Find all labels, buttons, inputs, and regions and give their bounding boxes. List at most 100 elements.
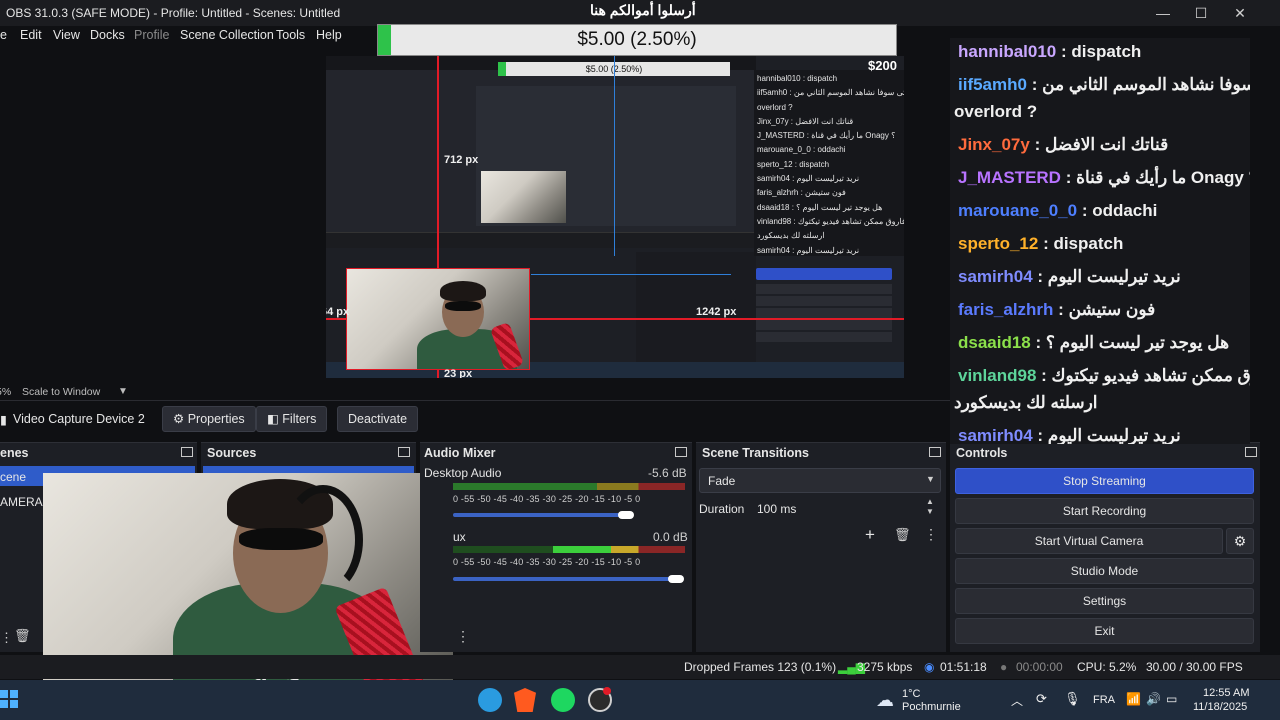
chat-line: samirh04 : نريد تيرليست اليوم [958, 426, 1181, 444]
menu-file[interactable]: e [0, 28, 7, 42]
spotify-icon[interactable] [551, 688, 575, 712]
source-toolbar-icon: ▮ [0, 413, 7, 427]
sources-title: Sources [207, 446, 257, 460]
remove-transition-icon[interactable]: 🗑 [894, 527, 911, 543]
nested-chat-line: J_MASTERD : ما رأيك في قناة Onagy ؟ [757, 131, 896, 141]
audio-mixer-menu-icon[interactable]: ⋮ [456, 628, 470, 645]
nested-chat-line: overlord ? [757, 102, 793, 112]
volume-icon[interactable]: 🔊 [1146, 692, 1161, 706]
dropped-frames: Dropped Frames 123 (0.1%) [684, 660, 837, 674]
chat-overlay: hannibal010 : dispatch iif5amh0 : متى سوف… [950, 38, 1250, 444]
windows-start-icon[interactable] [0, 690, 18, 708]
cpu-usage: CPU: 5.2% [1077, 660, 1137, 674]
minimize-button[interactable]: — [1143, 2, 1183, 24]
exit-button[interactable]: Exit [955, 618, 1254, 644]
menu-edit[interactable]: Edit [20, 28, 42, 42]
chat-message: : نريد تيرليست اليوم [1037, 267, 1181, 286]
microphone-icon[interactable]: 🎙 [1064, 691, 1081, 707]
clock-date[interactable]: 11/18/2025 [1193, 701, 1247, 713]
mic-aux-volume-slider[interactable] [453, 577, 678, 581]
chat-line: sperto_12 : dispatch [958, 234, 1123, 254]
desktop-audio-meter [453, 483, 685, 490]
start-recording-button[interactable]: Start Recording [955, 498, 1254, 524]
chat-username: samirh04 [958, 267, 1033, 286]
nested-stop-streaming [756, 268, 892, 280]
menu-tools[interactable]: Tools [276, 28, 305, 42]
battery-icon[interactable]: ▭ [1166, 692, 1177, 706]
remove-scene-icon[interactable]: 🗑 [14, 628, 31, 644]
transition-select-value: Fade [708, 474, 736, 488]
gear-icon: ⚙ [173, 412, 185, 426]
desktop-audio-volume-slider[interactable] [453, 513, 628, 517]
guide-label-bottom: 23 px [444, 368, 473, 378]
scenes-menu-icon[interactable]: ⋮ [0, 630, 13, 646]
guide-label-right: 1242 px [696, 306, 737, 318]
donation-amount: $5.00 (2.50%) [577, 29, 697, 50]
controls-undock-icon[interactable] [1245, 447, 1257, 457]
menu-view[interactable]: View [53, 28, 80, 42]
chevron-up-icon[interactable]: ︿ [1011, 692, 1023, 709]
mic-aux-label: ux [453, 530, 466, 544]
chat-message: : هل يوجد تير ليست اليوم ؟ [1035, 333, 1230, 352]
nested-chat-line: iif5amh0 : متى سوفا نشاهد الموسم الثاني … [757, 88, 904, 98]
sync-icon[interactable]: ⟳ [1036, 691, 1047, 707]
chat-message: : فاروق ممكن تشاهد فيديو تيكتوك [1041, 366, 1250, 385]
chat-username: vinland98 [958, 366, 1037, 385]
properties-button[interactable]: ⚙ Properties [162, 406, 256, 432]
studio-mode-button[interactable]: Studio Mode [955, 558, 1254, 584]
nested-toolbar [326, 232, 756, 248]
scenes-dock-undock-icon[interactable] [181, 447, 193, 457]
nested-chat-line: vinland98 : فاروق ممكن تشاهد فيديو تيكتو… [757, 216, 904, 226]
chat-message: : متى سوفا نشاهد الموسم الثاني من [1031, 75, 1250, 94]
audio-mixer-undock-icon[interactable] [675, 447, 687, 457]
weather-cloud-icon[interactable]: ☁ [876, 690, 894, 711]
wifi-icon[interactable]: 📶 [1126, 692, 1141, 706]
desktop-audio-volume-knob[interactable] [618, 511, 634, 519]
chat-line: marouane_0_0 : oddachi [958, 201, 1157, 221]
start-virtual-camera-button[interactable]: Start Virtual Camera [955, 528, 1223, 554]
chat-message: : oddachi [1081, 201, 1158, 220]
desktop-audio-db: -5.6 dB [648, 466, 687, 480]
menu-profile[interactable]: Profile [134, 28, 169, 42]
scale-to-window-select[interactable]: Scale to Window [22, 386, 100, 398]
nested-chat-line: samirh04 : نريد تيرليست اليوم [757, 245, 860, 255]
edge-icon[interactable] [478, 688, 502, 712]
chat-line: dsaaid18 : هل يوجد تير ليست اليوم ؟ [958, 333, 1229, 353]
sources-dock-undock-icon[interactable] [398, 447, 410, 457]
menu-scene-collection[interactable]: Scene Collection [180, 28, 274, 42]
close-button[interactable]: ✕ [1220, 2, 1260, 24]
transition-menu-icon[interactable]: ⋮ [924, 526, 938, 543]
clock-time[interactable]: 12:55 AM [1203, 687, 1249, 699]
maximize-button[interactable]: ☐ [1181, 2, 1221, 24]
streaming-icon: ◉ [924, 660, 935, 674]
chat-line: J_MASTERD : ما رأيك في قناة Onagy ؟ [958, 168, 1250, 188]
stop-streaming-button[interactable]: Stop Streaming [955, 468, 1254, 494]
scene-item-label[interactable]: AMERA2 [0, 495, 49, 509]
gear-icon[interactable]: ⚙ [1226, 528, 1254, 554]
chat-message: : ما رأيك في قناة Onagy ؟ [1065, 168, 1250, 187]
language-indicator[interactable]: FRA [1093, 694, 1115, 706]
nested-chat-line: dsaaid18 : هل يوجد تير ليست اليوم ؟ [757, 202, 883, 212]
preview-webcam-source[interactable] [346, 268, 530, 370]
deactivate-button[interactable]: Deactivate [337, 406, 419, 432]
chat-username: faris_alzhrh [958, 300, 1054, 319]
menu-docks[interactable]: Docks [90, 28, 125, 42]
window-title: OBS 31.0.3 (SAFE MODE) - Profile: Untitl… [6, 6, 341, 20]
chevron-down-icon[interactable]: ▼ [926, 474, 935, 484]
filters-button[interactable]: ◧ Filters [256, 406, 328, 432]
headset [283, 485, 363, 595]
brave-icon[interactable] [514, 688, 536, 712]
add-transition-icon[interactable]: + [865, 525, 875, 545]
chat-username: samirh04 [958, 426, 1033, 444]
donation-max: $200 [868, 58, 897, 73]
scene-transitions-undock-icon[interactable] [929, 447, 941, 457]
preview-canvas[interactable]: $5.00 (2.50%) hannibal010 : dispatch iif… [326, 56, 904, 378]
settings-button[interactable]: Settings [955, 588, 1254, 614]
nested-chat-line: hannibal010 : dispatch [757, 74, 838, 83]
menu-help[interactable]: Help [316, 28, 342, 42]
nested-chat-line: ارسلته لك بديسكورد [757, 231, 825, 241]
chevron-down-icon[interactable]: ▼ [118, 386, 128, 397]
chat-message-continued: overlord ? [954, 102, 1038, 121]
mic-aux-volume-knob[interactable] [668, 575, 684, 583]
duration-stepper[interactable]: ▲ ▼ [926, 497, 934, 517]
